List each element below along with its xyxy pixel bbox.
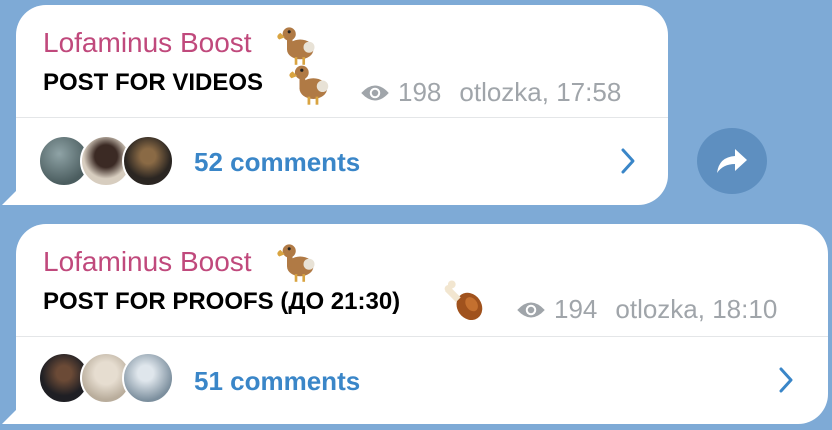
eye-icon — [360, 83, 390, 103]
avatar — [122, 135, 174, 187]
message-time: otlozka, 17:58 — [459, 77, 622, 107]
message-meta: 194 otlozka, 18:10 — [516, 294, 777, 325]
view-count: 198 — [398, 77, 442, 107]
message-time: otlozka, 18:10 — [615, 294, 778, 324]
divider — [16, 336, 828, 337]
view-count: 194 — [554, 294, 598, 324]
message-author[interactable]: Lofaminus Boost — [43, 246, 252, 278]
eye-icon — [516, 300, 546, 320]
message-bubble[interactable]: Lofaminus Boost POST FOR PROOFS (ДО 21:3… — [16, 224, 828, 424]
message-text: POST FOR PROOFS (ДО 21:30) — [43, 288, 401, 315]
dodo-emoji — [276, 240, 320, 284]
poultry-leg-emoji — [443, 280, 487, 324]
share-arrow-icon — [717, 149, 747, 173]
commenter-avatars[interactable] — [38, 135, 178, 187]
avatar — [122, 352, 174, 404]
message-author[interactable]: Lofaminus Boost — [43, 27, 252, 59]
message-text: POST FOR VIDEOS — [43, 69, 264, 96]
share-button[interactable] — [697, 128, 767, 194]
dodo-emoji — [288, 61, 334, 107]
chevron-right-icon[interactable] — [620, 147, 636, 175]
divider — [16, 117, 668, 118]
message-meta: 198 otlozka, 17:58 — [360, 77, 621, 108]
message-bubble[interactable]: Lofaminus Boost POST FOR VIDEOS 198 otlo… — [16, 5, 668, 205]
comments-link[interactable]: 52 comments — [194, 147, 360, 178]
chevron-right-icon[interactable] — [778, 366, 794, 394]
commenter-avatars[interactable] — [38, 352, 178, 404]
comments-link[interactable]: 51 comments — [194, 366, 360, 397]
